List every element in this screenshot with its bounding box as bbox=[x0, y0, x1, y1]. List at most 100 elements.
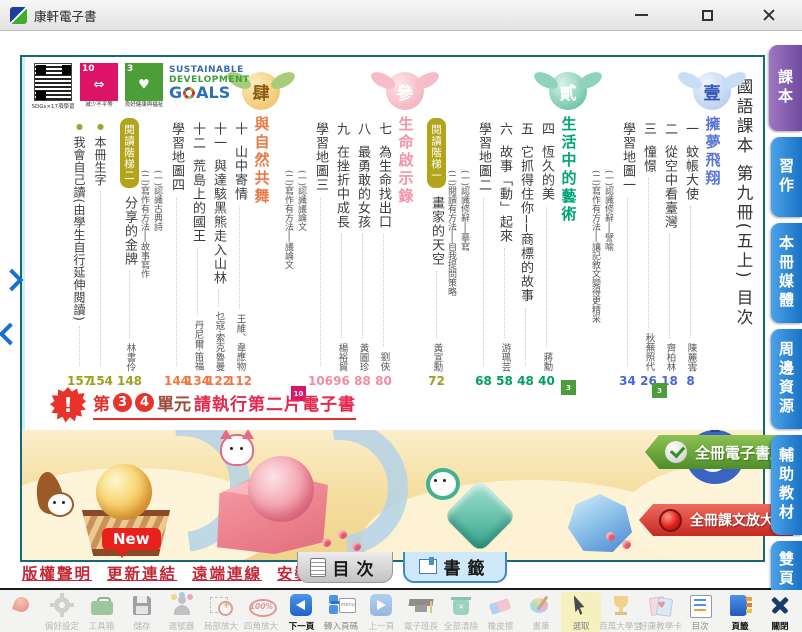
sdg10-caption: 減少不平等 bbox=[85, 102, 113, 108]
toolbar-toolbox[interactable]: 工具箱 bbox=[82, 592, 122, 632]
sdg-header: SDGs×17項學習 10 ⇔ 減少不平等 3 ♥ 良好健康與福祉 SUSTAI… bbox=[32, 63, 250, 110]
toolbar-class-monitor[interactable]: 電子班長 bbox=[401, 592, 441, 632]
toolbar-select[interactable]: 選取 bbox=[561, 592, 601, 632]
map-1-sub-1: (一)認識修辭──譬喻 bbox=[604, 78, 615, 388]
goto-page-icon: menu bbox=[328, 593, 354, 618]
dotted-leader bbox=[383, 234, 384, 347]
toolbar-next-page[interactable]: 下一頁 bbox=[281, 592, 321, 632]
tab-volume-media[interactable]: 本冊媒體 bbox=[771, 223, 802, 323]
toc-entry-lesson-3[interactable]: 三 憧憬 秋蕪照代 26 bbox=[640, 78, 657, 388]
toolbar-close[interactable]: 關閉 bbox=[760, 592, 800, 632]
magnifier-area-icon: + bbox=[208, 593, 234, 618]
exclamation-burst-icon: ! bbox=[50, 387, 86, 423]
window-controls bbox=[628, 5, 792, 25]
next-page-icon bbox=[288, 593, 314, 618]
toolbar-teaching-cards[interactable]: ♥ 好康教學卡 bbox=[641, 592, 681, 632]
toolbar-zoom-corner[interactable]: 100% 四角放大 bbox=[241, 592, 281, 632]
toc-entry-map-4[interactable]: 學習地圖四 144 bbox=[168, 78, 185, 388]
toc-entry-lesson-2[interactable]: 二 從空中看臺灣 齊柏林 18 bbox=[661, 78, 678, 388]
sdg-logo: SUSTAINABLE DEVELOPMENT GALS bbox=[169, 63, 250, 101]
toolbar-number-picker[interactable]: 選號器 bbox=[162, 592, 202, 632]
toolbar-save[interactable]: 儲存 bbox=[122, 592, 162, 632]
toolbar-page-tabs[interactable]: 頁籤 bbox=[720, 592, 760, 632]
unit-3-badge: 參 bbox=[386, 72, 424, 110]
map-4-sub-2: (二)寫作有方法──故事寫作 bbox=[140, 78, 151, 388]
close-window-button[interactable] bbox=[760, 6, 778, 24]
minimize-button[interactable] bbox=[628, 5, 654, 25]
toolbar-quiz[interactable]: 百萬大學堂 bbox=[601, 592, 641, 632]
unit-4-title: 與自然共舞 bbox=[252, 78, 272, 388]
dotted-leader bbox=[100, 191, 101, 366]
gold-orb bbox=[96, 464, 152, 520]
toolbar-pin[interactable] bbox=[2, 592, 42, 619]
map-1-sub-2: (二)寫作有方法──讓記敘文變得更精采 bbox=[591, 78, 602, 388]
tab-peripheral-resources[interactable]: 周邊資源 bbox=[771, 329, 802, 429]
sdg-goal10: 10 ⇔ 減少不平等 bbox=[79, 63, 119, 108]
toc-entry-lesson-9[interactable]: 九 在挫折中成長 楊裕貿 96 bbox=[333, 78, 350, 388]
trophy-icon bbox=[608, 593, 634, 618]
map-2-sub-1: (一)認識修辭──摹寫 bbox=[460, 78, 471, 388]
dotted-leader bbox=[176, 197, 177, 366]
dotted-leader bbox=[239, 206, 240, 309]
toolbar-eraser[interactable]: 橡皮擦 bbox=[481, 592, 521, 632]
toolbar-clear-all[interactable]: × 全部清除 bbox=[441, 592, 481, 632]
tab-auxiliary-materials[interactable]: 輔助教材 bbox=[771, 435, 802, 535]
toc-entry-lesson-7[interactable]: 七 為生命找出口 劉俠 80 bbox=[375, 78, 392, 388]
toolbar-prev-page[interactable]: 上一頁 bbox=[361, 592, 401, 632]
copyright-link[interactable]: 版權聲明 bbox=[22, 562, 92, 584]
remote-link[interactable]: 遠端連線 bbox=[192, 562, 262, 584]
update-link[interactable]: 更新連結 bbox=[107, 562, 177, 584]
toolbar-zoom-area[interactable]: + 局部放大 bbox=[202, 592, 242, 632]
map-3-sub-1: (一)認識議論文 bbox=[297, 78, 308, 388]
toolbar-toc[interactable]: 目次 bbox=[680, 592, 720, 632]
unit-2-group: 貳 生活中的藝術 四 恆久的美 蔣勳 40 五 它抓得住你──商標的故事 48 bbox=[428, 78, 579, 388]
new-badge: New bbox=[102, 528, 161, 550]
toc-entry-ladder-2[interactable]: 閱讀階梯二 分享的金牌 林書伶 148 bbox=[121, 78, 138, 388]
dotted-leader bbox=[218, 290, 219, 306]
toolbar-brush[interactable]: 畫筆 bbox=[521, 592, 561, 632]
notebook-icon bbox=[310, 558, 326, 577]
dotted-leader bbox=[436, 271, 437, 338]
eraser-icon bbox=[488, 593, 514, 618]
reading-ladder-pill: 閱讀階梯一 bbox=[427, 118, 446, 188]
sdg3-mini-icon: 3 bbox=[561, 380, 576, 395]
toc-entry-self-reading[interactable]: ● 我會自己讀(由學生自行延伸閱讀) 157 bbox=[71, 78, 88, 388]
toc-entry-lesson-8[interactable]: 八 最勇敢的女孩 黃圖珍 88 bbox=[354, 78, 371, 388]
toolbar-goto-page[interactable]: menu 轉入頁碼 bbox=[321, 592, 361, 632]
toc-entry-ladder-1[interactable]: 閱讀階梯一 畫家的天空 黃宣勳 72 bbox=[428, 78, 445, 388]
prev-page-icon bbox=[368, 593, 394, 618]
table-of-contents: 國語課本 第九冊(五上) 目次 壹 擁夢飛翔 一 蚊帳大使 陳麗雲 8 二 從空… bbox=[59, 78, 755, 388]
toc-entry-lesson-10[interactable]: 十 山中寄情 王維、韋應物 112 bbox=[231, 78, 248, 388]
toc-entry-lesson-4[interactable]: 四 恆久的美 蔣勳 40 bbox=[538, 78, 555, 388]
maximize-button[interactable] bbox=[694, 5, 720, 25]
floppy-disk-icon bbox=[129, 593, 155, 618]
toc-entry-lesson-6[interactable]: 六 故事「動」起來 游珮芸 58 bbox=[496, 78, 513, 388]
toc-entry-lesson-1[interactable]: 一 蚊帳大使 陳麗雲 8 bbox=[682, 78, 699, 388]
app-logo-icon bbox=[10, 7, 27, 24]
unit-2-title: 生活中的藝術 bbox=[559, 78, 579, 388]
check-icon bbox=[665, 441, 687, 463]
side-tab-strip: 課本 習作 本冊媒體 周邊資源 輔助教材 雙頁 bbox=[764, 45, 802, 605]
toc-entry-lesson-11[interactable]: 十一 與達駭黑熊走入山林 乜寇·索克魯曼 122 bbox=[210, 78, 227, 388]
toolbox-icon bbox=[89, 593, 115, 618]
dotted-leader bbox=[129, 271, 130, 338]
toc-entry-lesson-5[interactable]: 五 它抓得住你──商標的故事 48 bbox=[517, 78, 534, 388]
tab-textbook[interactable]: 課本 bbox=[769, 45, 802, 131]
toc-entry-lesson-12[interactable]: 十二 荒島上的國王 丹尼爾·笛福 134 bbox=[189, 78, 206, 388]
toc-entry-map-1[interactable]: 學習地圖一 34 bbox=[619, 78, 636, 388]
toc-entry-map-2[interactable]: 學習地圖二 68 bbox=[475, 78, 492, 388]
bookmark-tab[interactable]: 書籤 bbox=[403, 552, 507, 583]
sdg10-icon: 10 ⇔ bbox=[80, 63, 118, 101]
dotted-leader bbox=[197, 248, 198, 315]
toolbar-preferences[interactable]: 偏好設定 bbox=[42, 592, 82, 632]
toc-entry-glossary[interactable]: ● 本冊生字 154 bbox=[92, 78, 109, 388]
map-3-sub-2: (二)寫作有方法──議論文 bbox=[284, 78, 295, 388]
toc-tab[interactable]: 目次 bbox=[297, 552, 393, 583]
dotted-leader bbox=[546, 206, 547, 347]
hundred-percent-icon: 100% bbox=[248, 593, 274, 618]
tab-workbook[interactable]: 習作 bbox=[771, 137, 802, 217]
graduation-cap-icon bbox=[408, 593, 434, 618]
app-title: 康軒電子書 bbox=[34, 6, 97, 25]
tabbed-book-icon bbox=[727, 593, 753, 618]
toc-entry-map-3[interactable]: 學習地圖三 106 bbox=[312, 78, 329, 388]
